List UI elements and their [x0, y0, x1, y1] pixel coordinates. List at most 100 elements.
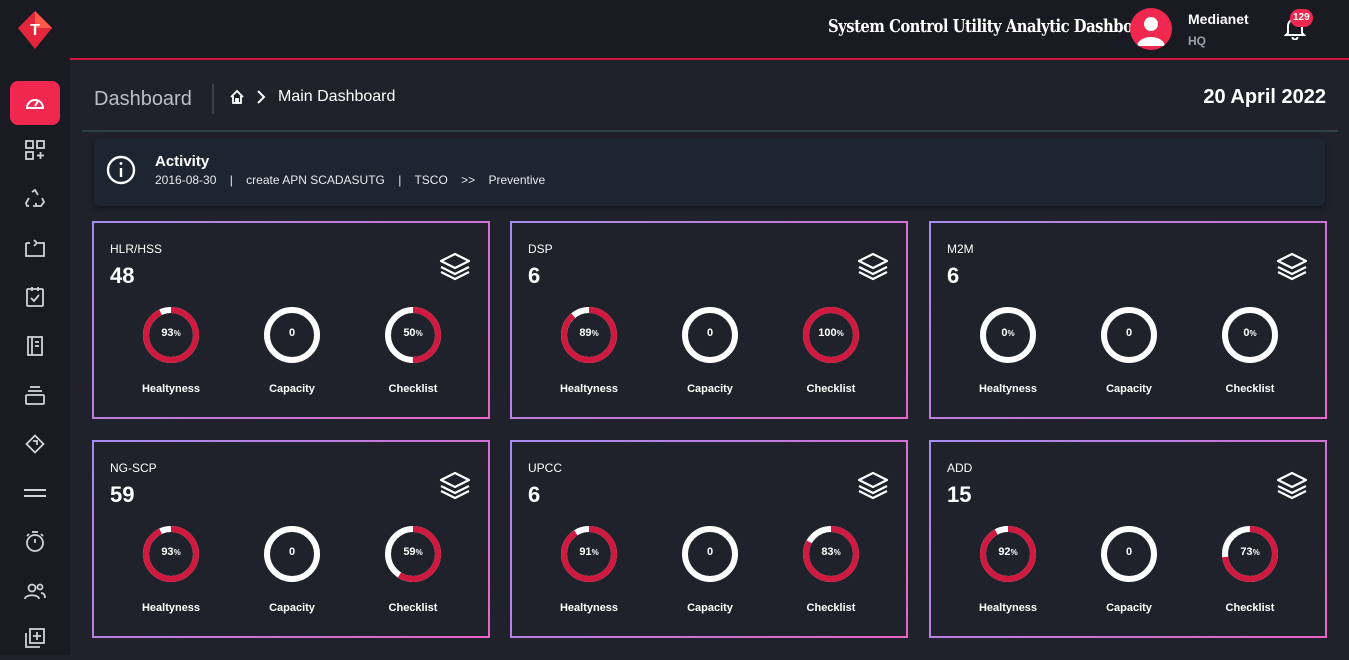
metric-number: 83 — [821, 546, 834, 558]
current-date: 20 April 2022 — [1203, 86, 1326, 108]
metric-healtyness: 92% Healtyness — [958, 524, 1058, 624]
metric-label: Checklist — [1225, 383, 1275, 395]
logo-letter: T — [30, 22, 40, 39]
metric-number: 0 — [706, 546, 714, 558]
metric-label: Checklist — [388, 383, 438, 395]
metric-value: 0 — [242, 327, 342, 339]
layers-icon[interactable] — [439, 470, 471, 500]
sidebar-item-reports[interactable] — [10, 324, 60, 368]
card-name: NG-SCP — [110, 461, 157, 475]
info-icon — [106, 155, 136, 185]
card-count: 59 — [110, 482, 135, 507]
metric-label: Checklist — [1225, 602, 1275, 614]
metric-label: Checklist — [388, 602, 438, 614]
sidebar-item-add[interactable] — [10, 616, 60, 660]
system-card[interactable]: DSP 6 89% Healtyness 0 Capacity 100% Checklist — [510, 221, 908, 419]
system-card[interactable]: M2M 6 0% Healtyness 0 Capacity 0% Checklist — [929, 221, 1327, 419]
sidebar-item-users[interactable] — [10, 569, 60, 613]
sidebar-item-dashboard[interactable] — [10, 81, 60, 125]
metric-capacity: 0 Capacity — [1079, 305, 1179, 405]
activity-panel: Activity 2016-08-30 | create APN SCADASU… — [94, 138, 1325, 206]
metric-value: 83% — [781, 546, 881, 558]
metric-unit: % — [173, 329, 181, 338]
metric-number: 0 — [1125, 546, 1133, 558]
metric-value: 92% — [958, 546, 1058, 558]
top-bar: System Control Utility Analytic Dashboar… — [70, 0, 1349, 60]
sidebar-item-menu[interactable] — [10, 471, 60, 515]
metric-capacity: 0 Capacity — [242, 524, 342, 624]
user-name[interactable]: Medianet — [1188, 11, 1249, 27]
metric-unit: % — [833, 548, 841, 557]
transfer-icon — [25, 239, 45, 257]
sidebar-item-apps[interactable] — [10, 128, 60, 172]
card-name: UPCC — [528, 461, 563, 475]
layers-icon[interactable] — [439, 251, 471, 281]
metric-unit: % — [1010, 548, 1018, 557]
speedometer-icon — [25, 99, 45, 109]
sidebar-item-recycle[interactable] — [10, 177, 60, 221]
sidebar-item-expand[interactable] — [10, 422, 60, 466]
system-card[interactable]: HLR/HSS 48 93% Healtyness 0 Capacity 50% Checkl… — [92, 221, 490, 419]
metric-unit: % — [591, 548, 599, 557]
stopwatch-icon — [26, 531, 44, 552]
metric-healtyness: 93% Healtyness — [121, 524, 221, 624]
card-name: DSP — [528, 242, 553, 256]
breadcrumb[interactable]: Main Dashboard — [278, 88, 395, 106]
activity-title: Activity — [155, 153, 210, 170]
page-header: Dashboard Main Dashboard 20 April 2022 — [82, 70, 1338, 132]
metric-value: 93% — [121, 546, 221, 558]
metric-number: 0 — [706, 327, 714, 339]
sidebar-item-schedule[interactable] — [10, 275, 60, 319]
logo-icon: T — [18, 11, 52, 49]
metric-checklist: 0% Checklist — [1200, 305, 1300, 405]
card-name: HLR/HSS — [110, 242, 163, 256]
metric-capacity: 0 Capacity — [1079, 524, 1179, 624]
metric-number: 93 — [161, 327, 174, 339]
metric-value: 0% — [958, 327, 1058, 339]
avatar[interactable] — [1130, 8, 1172, 50]
system-card[interactable]: NG-SCP 59 93% Healtyness 0 Capacity 59% Checkli… — [92, 440, 490, 638]
metric-checklist: 73% Checklist — [1200, 524, 1300, 624]
layers-icon[interactable] — [1276, 470, 1308, 500]
metric-value: 91% — [539, 546, 639, 558]
card-count: 6 — [947, 263, 960, 288]
metric-value: 0 — [1079, 546, 1179, 558]
metric-value: 0 — [242, 546, 342, 558]
page-title: Dashboard — [94, 88, 192, 110]
metric-number: 0 — [288, 546, 296, 558]
sidebar-item-stack[interactable] — [10, 373, 60, 417]
metric-value: 0 — [660, 546, 760, 558]
metric-unit: % — [591, 329, 599, 338]
activity-detail: 2016-08-30 | create APN SCADASUTG | TSCO… — [155, 173, 546, 187]
menu-lines-icon — [24, 489, 46, 497]
metric-number: 0 — [1125, 327, 1133, 339]
metric-number: 73 — [1240, 546, 1253, 558]
system-card[interactable]: ADD 15 92% Healtyness 0 Capacity 73% Checklist — [929, 440, 1327, 638]
metric-value: 93% — [121, 327, 221, 339]
metric-number: 92 — [998, 546, 1011, 558]
calendar-check-icon — [26, 287, 44, 307]
metric-checklist: 59% Checklist — [363, 524, 463, 624]
metric-number: 93 — [161, 546, 174, 558]
recycle-icon — [25, 188, 46, 207]
metric-label: Checklist — [806, 383, 856, 395]
layers-icon[interactable] — [857, 251, 889, 281]
sidebar-item-timer[interactable] — [10, 520, 60, 564]
sidebar: T — [0, 0, 70, 655]
card-name: M2M — [947, 242, 974, 256]
metric-label: Capacity — [269, 383, 315, 395]
system-card[interactable]: UPCC 6 91% Healtyness 0 Capacity 83% Checklist — [510, 440, 908, 638]
layers-icon[interactable] — [1276, 251, 1308, 281]
metric-unit: % — [1249, 329, 1257, 338]
sidebar-item-transfer[interactable] — [10, 226, 60, 270]
user-avatar-icon — [1137, 17, 1165, 46]
report-icon — [27, 336, 43, 356]
user-location: HQ — [1188, 34, 1206, 48]
metric-unit: % — [1252, 548, 1260, 557]
metric-value: 50% — [363, 327, 463, 339]
home-icon[interactable] — [229, 89, 245, 105]
header-divider — [212, 84, 214, 114]
metric-label: Capacity — [269, 602, 315, 614]
metric-healtyness: 91% Healtyness — [539, 524, 639, 624]
layers-icon[interactable] — [857, 470, 889, 500]
